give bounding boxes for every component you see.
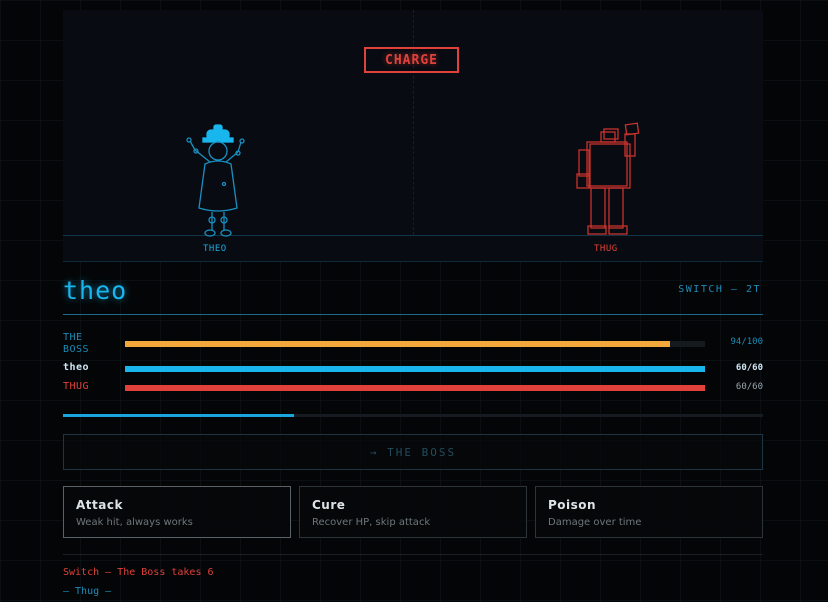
action-attack-button[interactable]: Attack Weak hit, always works <box>63 486 291 538</box>
hp-fill-theo <box>125 366 705 372</box>
hero-header: theo SWITCH — 2T <box>63 276 763 315</box>
action-description: Weak hit, always works <box>76 517 193 528</box>
action-poison-button[interactable]: Poison Damage over time <box>535 486 763 538</box>
hp-label-theo: theo <box>63 362 90 373</box>
hp-value-boss: 94/100 <box>730 337 763 347</box>
move-tag: SWITCH — 2T <box>678 284 761 295</box>
arena-center-line <box>413 10 414 235</box>
turn-progress-bar <box>63 414 763 417</box>
hero-name: theo <box>63 276 128 305</box>
target-button[interactable]: → THE BOSS <box>63 434 763 470</box>
hp-fill-boss <box>125 341 671 347</box>
player-sprite <box>186 124 245 237</box>
turn-progress-fill <box>63 414 294 417</box>
action-title: Attack <box>76 498 123 512</box>
enemy-sprite-label: THUG <box>594 244 618 254</box>
hp-track-boss <box>125 341 705 347</box>
action-title: Cure <box>312 498 346 512</box>
action-description: Recover HP, skip attack <box>312 517 431 528</box>
hp-row-thug: THUG 60/60 <box>63 381 763 397</box>
enemy-sprite <box>576 122 640 235</box>
action-cure-button[interactable]: Cure Recover HP, skip attack <box>299 486 527 538</box>
hp-label-boss: THE BOSS <box>63 332 121 356</box>
arena-ground <box>63 235 763 236</box>
log-entry: — Thug — <box>63 586 112 597</box>
hp-row-theo: theo 60/60 <box>63 362 763 378</box>
hp-track-theo <box>125 366 705 372</box>
hp-value-theo: 60/60 <box>735 363 763 373</box>
hp-label-boss-line1: THE <box>63 332 83 343</box>
log-divider <box>63 554 763 555</box>
charge-banner: CHARGE <box>364 47 459 73</box>
hp-value-thug: 60/60 <box>735 382 763 392</box>
action-title: Poison <box>548 498 597 512</box>
action-description: Damage over time <box>548 517 642 528</box>
battle-arena: CHARGE THEO THUG <box>63 10 763 262</box>
hp-label-thug: THUG <box>63 381 90 392</box>
hp-track-thug <box>125 385 705 391</box>
log-entry: Switch — The Boss takes 6 <box>63 567 214 578</box>
player-sprite-label: THEO <box>203 244 227 254</box>
hp-label-boss-line2: BOSS <box>63 344 90 355</box>
hp-row-boss: THE BOSS 94/100 <box>63 332 763 356</box>
hp-fill-thug <box>125 385 705 391</box>
